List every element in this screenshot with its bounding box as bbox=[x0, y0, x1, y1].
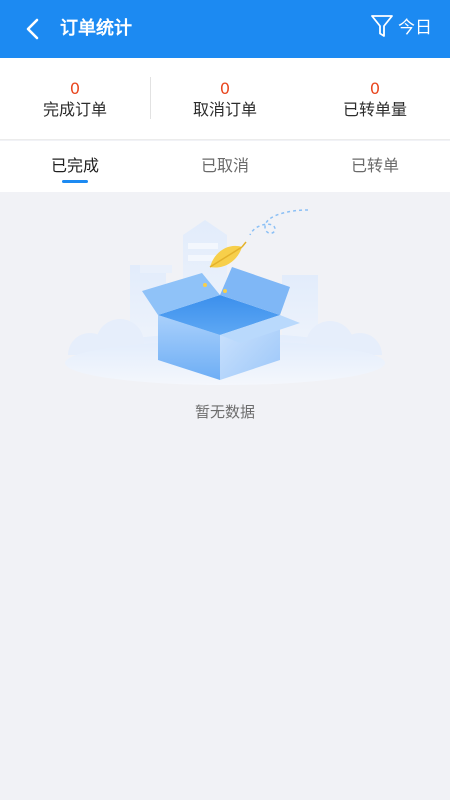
stat-value: 0 bbox=[369, 79, 381, 98]
stat-completed-orders: 0 完成订单 bbox=[0, 58, 150, 140]
empty-box-illustration bbox=[60, 205, 390, 395]
chevron-left-icon bbox=[18, 14, 48, 44]
page-title: 订单统计 bbox=[60, 18, 132, 39]
stat-label: 已转单量 bbox=[342, 100, 407, 119]
stat-value: 0 bbox=[69, 79, 81, 98]
tab-cancelled[interactable]: 已取消 bbox=[150, 141, 300, 192]
back-button[interactable] bbox=[18, 14, 48, 44]
tab-transferred[interactable]: 已转单 bbox=[300, 141, 450, 192]
order-tabs: 已完成 已取消 已转单 bbox=[0, 141, 450, 192]
stat-cancelled-orders: 0 取消订单 bbox=[150, 58, 300, 140]
tab-label: 已取消 bbox=[200, 156, 249, 175]
date-filter-button[interactable]: 今日 bbox=[370, 13, 432, 43]
stat-label: 取消订单 bbox=[192, 100, 257, 119]
order-stats-panel: 0 完成订单 0 取消订单 0 已转单量 bbox=[0, 58, 450, 140]
stat-transferred-orders: 0 已转单量 bbox=[300, 58, 450, 140]
filter-label: 今日 bbox=[398, 18, 432, 38]
funnel-icon bbox=[370, 13, 394, 43]
top-app-bar: 订单统计 今日 bbox=[0, 0, 450, 58]
empty-state-message: 暂无数据 bbox=[194, 403, 255, 421]
tab-label: 已转单 bbox=[350, 156, 399, 175]
stat-label: 完成订单 bbox=[42, 100, 107, 119]
active-tab-indicator bbox=[62, 180, 88, 183]
stat-value: 0 bbox=[219, 79, 231, 98]
app-root: 订单统计 今日 0 完成订单 0 取消订单 0 已转单量 已完成 已取消 已转单… bbox=[0, 0, 450, 800]
tab-completed[interactable]: 已完成 bbox=[0, 141, 150, 192]
